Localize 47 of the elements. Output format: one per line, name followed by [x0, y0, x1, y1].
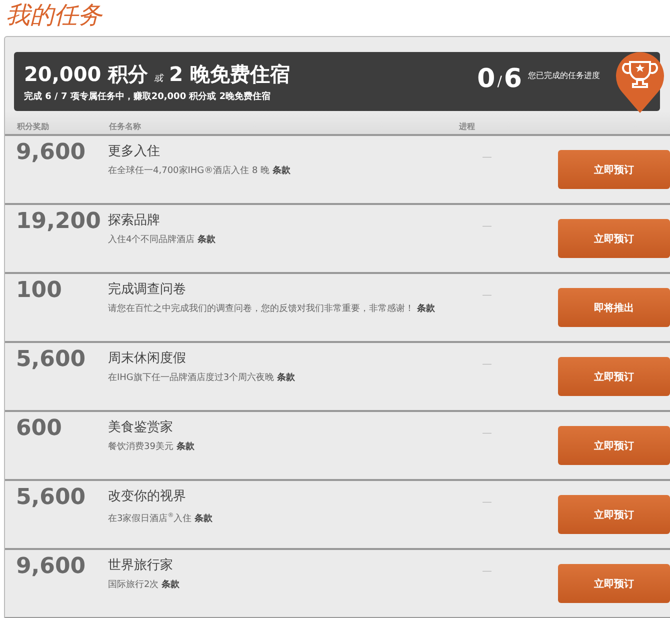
points-value: 9,600: [16, 140, 87, 165]
task-description: 在IHG旗下任一品牌酒店度过3个周六夜晚 条款: [108, 372, 296, 385]
task-name: 美食鉴赏家: [108, 419, 174, 436]
action-button[interactable]: 立即预订: [558, 426, 670, 465]
progress-dash: —: [481, 289, 493, 301]
action-button[interactable]: 立即预订: [558, 564, 670, 603]
progress-done: 0: [477, 64, 496, 94]
progress-separator: /: [497, 72, 502, 92]
progress-dash: —: [481, 565, 493, 577]
task-description: 请您在百忙之中完成我们的调查问卷，您的反馈对我们非常重要，非常感谢！ 条款: [108, 302, 436, 316]
progress-dash: —: [481, 220, 493, 232]
action-button[interactable]: 立即预订: [558, 495, 670, 534]
reward-points: 20,000 积分: [24, 60, 148, 88]
progress-dash: —: [481, 358, 493, 370]
points-value: 5,600: [16, 347, 87, 372]
points-value: 9,600: [16, 554, 87, 579]
progress-label: 您已完成的任务进度: [528, 70, 600, 80]
task-name: 完成调查问卷: [108, 281, 187, 298]
task-description: 在全球任一4,700家IHG®酒店入住 8 晚 条款: [108, 164, 292, 178]
task-name: 周末休闲度假: [108, 350, 187, 367]
task-name: 世界旅行家: [108, 557, 174, 574]
page-title: 我的任务: [5, 0, 104, 31]
task-description: 国际旅行2次 条款: [108, 578, 181, 592]
progress-total: 6: [504, 64, 522, 94]
column-header: 进程: [459, 121, 476, 133]
column-header: 积分奖励: [17, 121, 50, 133]
progress-dash: —: [481, 151, 493, 163]
points-value: 100: [16, 278, 63, 303]
or-label: 或: [154, 72, 164, 84]
action-button[interactable]: 立即预订: [558, 219, 670, 258]
points-value: 600: [16, 416, 63, 441]
task-name: 改变你的视界: [108, 488, 187, 505]
column-header: 任务名称: [109, 121, 142, 133]
points-value: 5,600: [16, 485, 87, 510]
progress-dash: —: [481, 496, 493, 508]
task-name: 更多入住: [108, 143, 161, 160]
action-button[interactable]: 即将推出: [558, 288, 670, 327]
banner-subtitle: 完成 6 / 7 项专属任务中，赚取20,000 积分或 2晚免费住宿: [24, 90, 272, 102]
progress-dash: —: [481, 427, 493, 439]
task-description: 餐饮消费39美元 条款: [108, 440, 196, 454]
action-button[interactable]: 立即预订: [558, 357, 670, 396]
action-button[interactable]: 立即预订: [558, 150, 670, 189]
task-name: 探索品牌: [108, 212, 161, 229]
task-description: 入住4个不同品牌酒店 条款: [108, 234, 217, 247]
task-description: 在3家假日酒店$^{®}$入住 条款: [108, 511, 214, 526]
reward-nights: 2 晚免费住宿: [169, 60, 290, 88]
points-value: 19,200: [16, 209, 102, 234]
